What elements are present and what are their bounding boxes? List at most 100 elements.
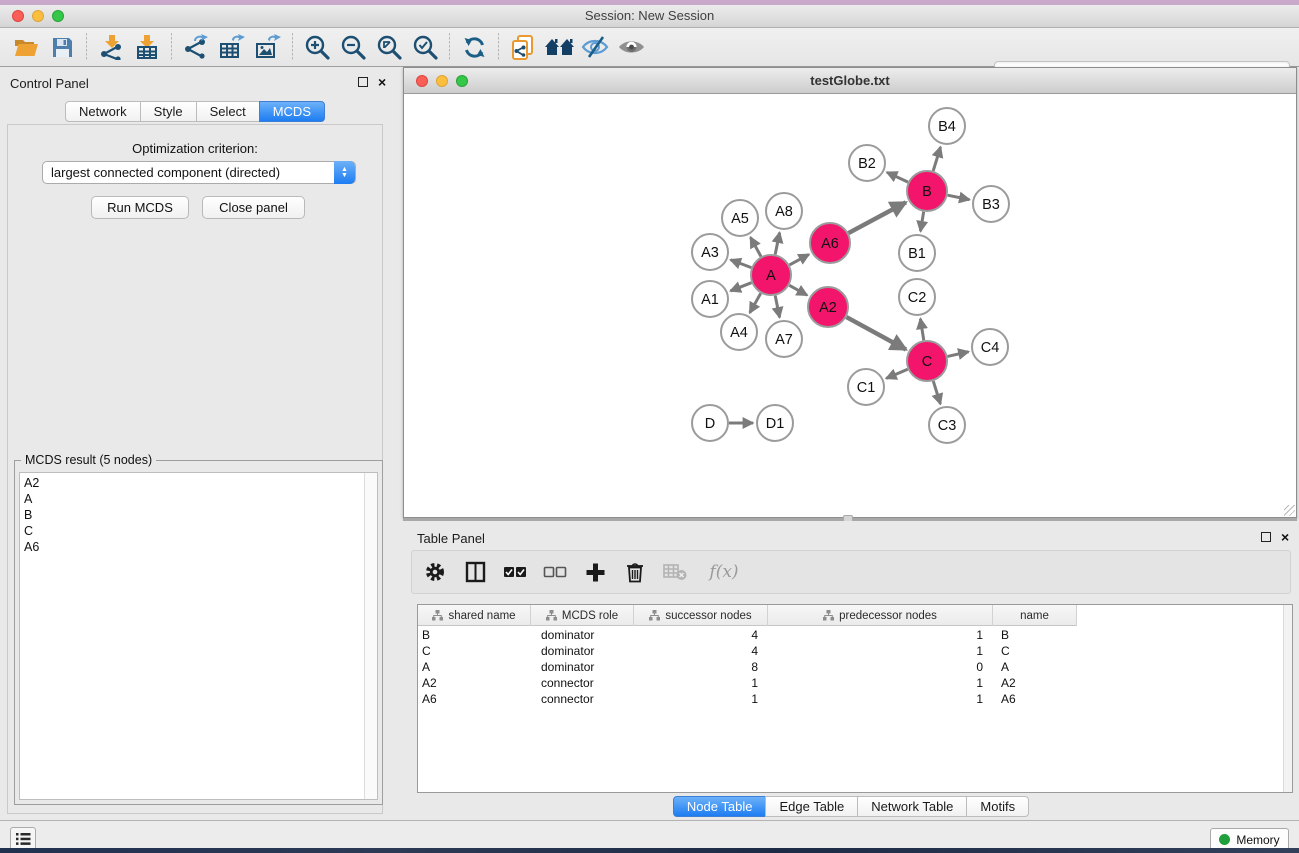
close-panel-button[interactable]: Close panel — [202, 196, 305, 219]
graph-node-A7[interactable]: A7 — [766, 321, 802, 357]
table-row[interactable]: A6connector11A6 — [418, 691, 1282, 707]
graph-edge-B-B4[interactable] — [933, 147, 940, 171]
import-table-button[interactable] — [130, 32, 164, 62]
table-cell[interactable]: A — [993, 659, 1077, 675]
window-resize-grip[interactable] — [1284, 505, 1295, 516]
graph-node-A4[interactable]: A4 — [721, 314, 757, 350]
run-mcds-button[interactable]: Run MCDS — [91, 196, 189, 219]
graph-node-D1[interactable]: D1 — [757, 405, 793, 441]
export-table-button[interactable] — [215, 32, 249, 62]
mcds-result-item[interactable]: A6 — [24, 539, 361, 555]
home-button[interactable] — [542, 32, 576, 62]
delete-column-button[interactable] — [622, 559, 648, 585]
float-table-panel-icon[interactable] — [1261, 532, 1271, 542]
table-cell[interactable]: 1 — [634, 691, 768, 707]
zoom-out-button[interactable] — [336, 32, 370, 62]
graph-node-B1[interactable]: B1 — [899, 235, 935, 271]
graph-node-A8[interactable]: A8 — [766, 193, 802, 229]
network-window-titlebar[interactable]: testGlobe.txt — [404, 68, 1296, 94]
graph-edge-C-C3[interactable] — [933, 381, 940, 404]
graph-node-B2[interactable]: B2 — [849, 145, 885, 181]
graph-node-C3[interactable]: C3 — [929, 407, 965, 443]
table-cell[interactable]: 1 — [768, 691, 993, 707]
graph-edge-A-A2[interactable] — [789, 285, 807, 295]
graph-node-C2[interactable]: C2 — [899, 279, 935, 315]
refresh-layout-button[interactable] — [457, 32, 491, 62]
graph-edge-B-B1[interactable] — [921, 212, 924, 232]
table-cell[interactable]: 4 — [634, 627, 768, 643]
mcds-result-item[interactable]: C — [24, 523, 361, 539]
graph-node-D[interactable]: D — [692, 405, 728, 441]
table-cell[interactable]: dominator — [531, 643, 634, 659]
table-cell[interactable]: connector — [531, 675, 634, 691]
select-all-button[interactable] — [502, 559, 528, 585]
graph-edge-A-A1[interactable] — [730, 283, 751, 291]
tab-style[interactable]: Style — [140, 101, 197, 122]
graph-node-B[interactable]: B — [907, 171, 947, 211]
graph-edge-A6-B[interactable] — [849, 202, 906, 233]
float-panel-icon[interactable] — [358, 77, 368, 87]
table-row[interactable]: A2connector11A2 — [418, 675, 1282, 691]
table-cell[interactable]: A2 — [418, 675, 531, 691]
table-cell[interactable]: A2 — [993, 675, 1077, 691]
graph-node-A6[interactable]: A6 — [810, 223, 850, 263]
mcds-list-scrollbar[interactable] — [364, 473, 377, 799]
table-cell[interactable]: A6 — [993, 691, 1077, 707]
table-cell[interactable]: 1 — [768, 643, 993, 659]
graph-edge-C-C2[interactable] — [920, 319, 923, 341]
export-network-button[interactable] — [179, 32, 213, 62]
graph-node-A2[interactable]: A2 — [808, 287, 848, 327]
graph-node-A3[interactable]: A3 — [692, 234, 728, 270]
graph-node-A[interactable]: A — [751, 255, 791, 295]
save-session-button[interactable] — [45, 32, 79, 62]
mcds-result-item[interactable]: B — [24, 507, 361, 523]
table-cell[interactable]: B — [418, 627, 531, 643]
graph-node-B4[interactable]: B4 — [929, 108, 965, 144]
table-cell[interactable]: 4 — [634, 643, 768, 659]
column-header-name[interactable]: name — [993, 605, 1077, 626]
graph-edge-A-A4[interactable] — [750, 293, 761, 313]
graph-node-C1[interactable]: C1 — [848, 369, 884, 405]
tab-mcds[interactable]: MCDS — [259, 101, 325, 122]
deselect-all-button[interactable] — [542, 559, 568, 585]
graph-edge-C-C4[interactable] — [947, 352, 968, 357]
table-cell[interactable]: 1 — [634, 675, 768, 691]
tab-select[interactable]: Select — [196, 101, 260, 122]
graph-node-A1[interactable]: A1 — [692, 281, 728, 317]
tab-network[interactable]: Network — [65, 101, 141, 122]
table-cell[interactable]: dominator — [531, 627, 634, 643]
table-row[interactable]: Bdominator41B — [418, 627, 1282, 643]
table-cell[interactable]: 8 — [634, 659, 768, 675]
show-all-button[interactable] — [614, 32, 648, 62]
table-cell[interactable]: 1 — [768, 675, 993, 691]
column-header-successor-nodes[interactable]: successor nodes — [634, 605, 768, 626]
zoom-in-button[interactable] — [300, 32, 334, 62]
export-image-button[interactable] — [251, 32, 285, 62]
zoom-selected-button[interactable] — [408, 32, 442, 62]
table-row[interactable]: Adominator80A — [418, 659, 1282, 675]
column-header-shared-name[interactable]: shared name — [418, 605, 531, 626]
graph-edge-A2-C[interactable] — [846, 317, 905, 349]
column-header-mcds-role[interactable]: MCDS role — [531, 605, 634, 626]
add-column-button[interactable] — [582, 559, 608, 585]
close-table-panel-icon[interactable]: × — [1281, 532, 1289, 542]
tab-network-table[interactable]: Network Table — [857, 796, 967, 817]
table-scrollbar[interactable] — [1283, 605, 1292, 792]
mcds-result-item[interactable]: A2 — [24, 475, 361, 491]
graph-edge-C-C1[interactable] — [886, 369, 907, 378]
graph-node-A5[interactable]: A5 — [722, 200, 758, 236]
show-columns-button[interactable] — [462, 559, 488, 585]
column-header-predecessor-nodes[interactable]: predecessor nodes — [768, 605, 993, 626]
graph-edge-A-A6[interactable] — [789, 254, 808, 265]
graph-edge-A-A7[interactable] — [775, 296, 779, 318]
table-cell[interactable]: 1 — [768, 627, 993, 643]
graph-node-C4[interactable]: C4 — [972, 329, 1008, 365]
graph-edge-A-A8[interactable] — [775, 233, 779, 255]
table-cell[interactable]: A6 — [418, 691, 531, 707]
table-cell[interactable]: C — [418, 643, 531, 659]
mcds-result-item[interactable]: A — [24, 491, 361, 507]
table-cell[interactable]: dominator — [531, 659, 634, 675]
table-cell[interactable]: A — [418, 659, 531, 675]
table-row[interactable]: Cdominator41C — [418, 643, 1282, 659]
tab-motifs[interactable]: Motifs — [966, 796, 1029, 817]
